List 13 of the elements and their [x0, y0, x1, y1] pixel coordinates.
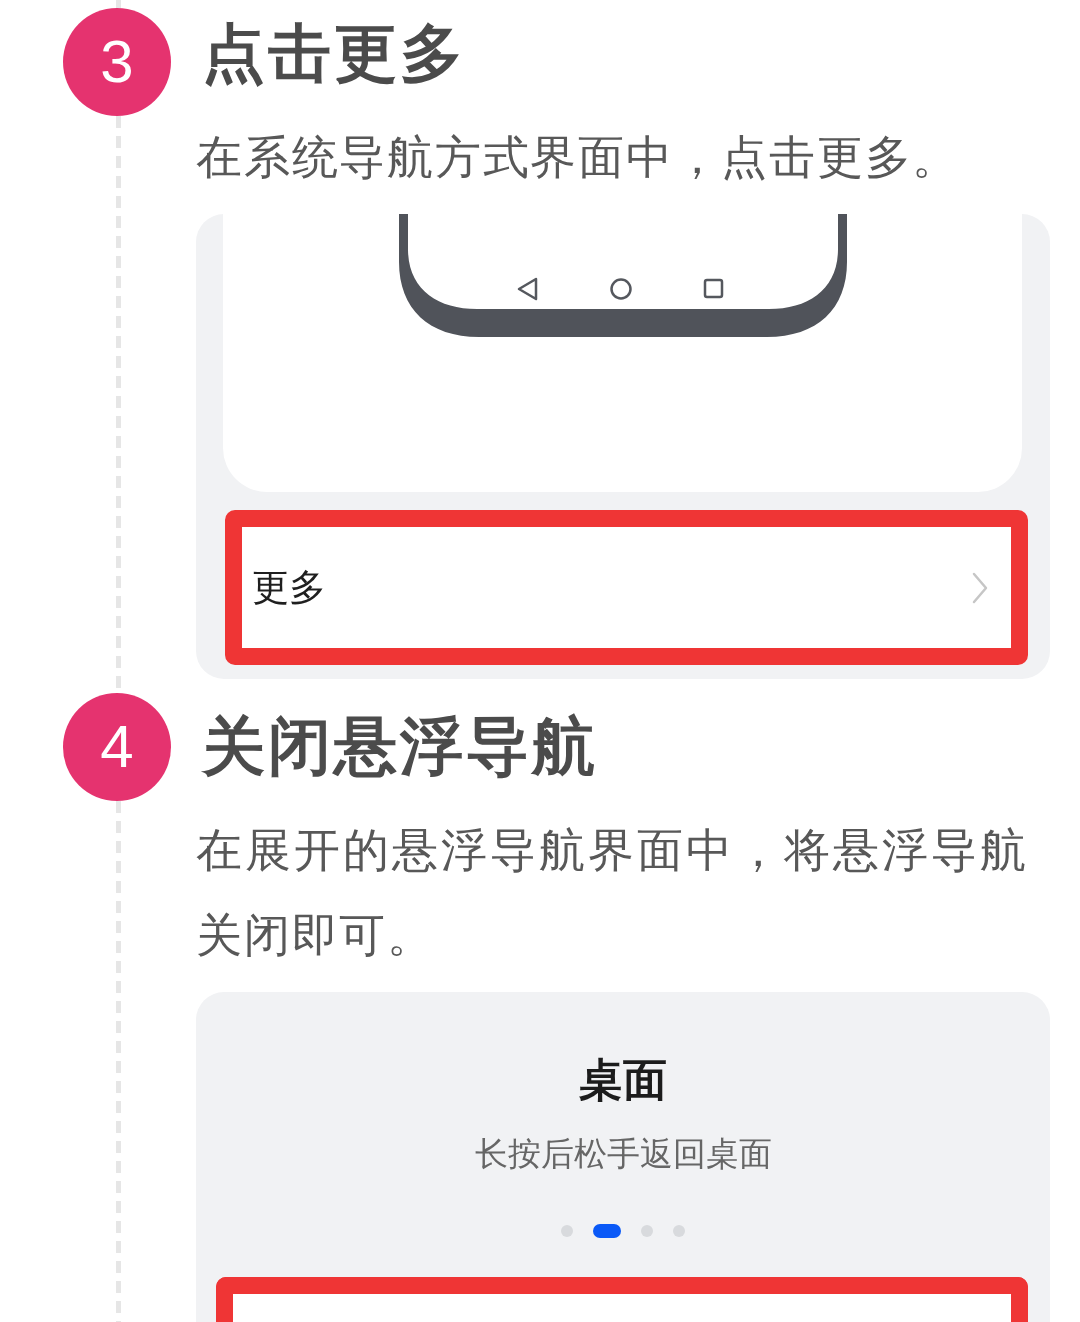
step-title: 点击更多 [201, 16, 466, 92]
step-number-badge: 3 [63, 8, 171, 116]
gesture-title: 桌面 [579, 1053, 667, 1107]
step-description: 在展开的悬浮导航界面中，将悬浮导航关闭即可。 [196, 822, 1028, 964]
step-title: 关闭悬浮导航 [200, 709, 598, 785]
chevron-icon [972, 571, 988, 604]
circle-icon [609, 278, 632, 300]
step-number-badge: 4 [63, 693, 171, 801]
row-label: 更多 [252, 564, 326, 611]
square-icon [703, 278, 723, 299]
triangle-icon [517, 277, 537, 301]
step-description: 在系统导航方式界面中，点击更多。 [196, 129, 961, 186]
gesture-description: 长按后松手返回桌面 [474, 1133, 772, 1175]
